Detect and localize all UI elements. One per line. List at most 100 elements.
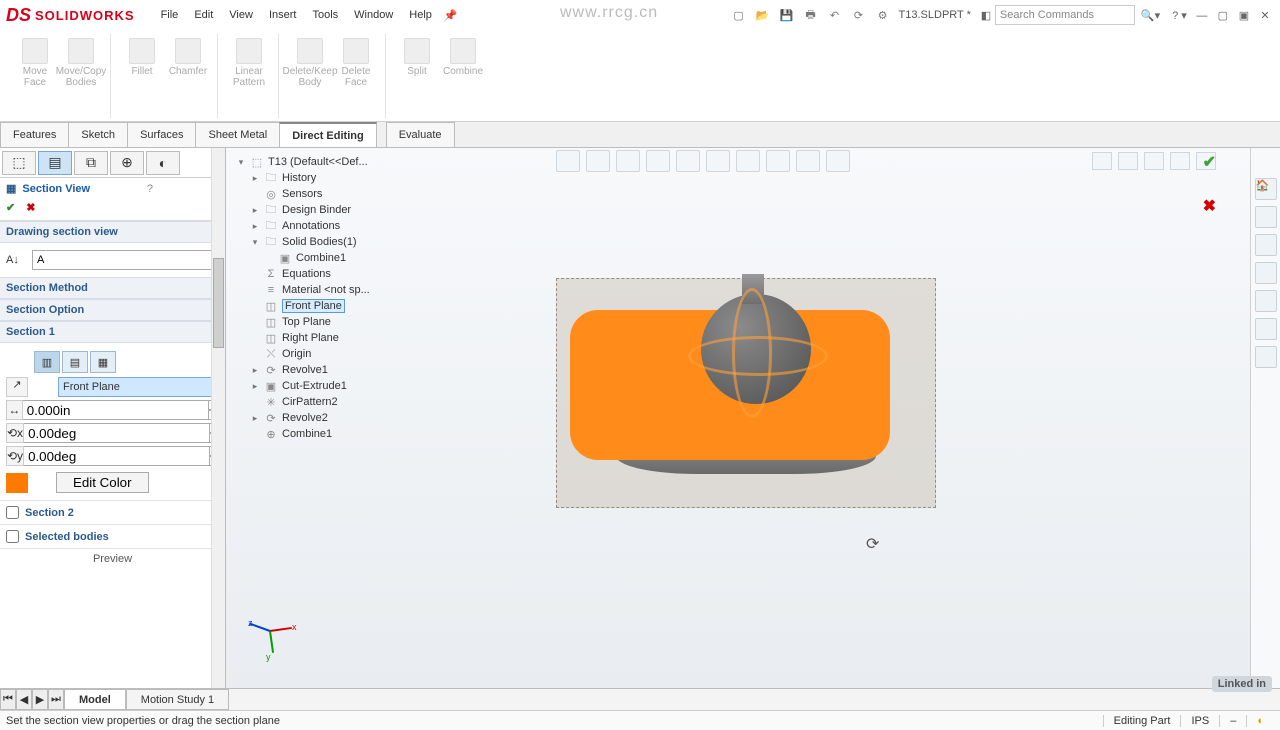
menu-window[interactable]: Window — [346, 9, 401, 21]
vp-expand-icon[interactable] — [1118, 152, 1138, 170]
tab-motion-study[interactable]: Motion Study 1 — [126, 689, 229, 710]
options-icon[interactable]: ⚙ — [873, 9, 893, 22]
tab-nav-first[interactable]: ⏮ — [0, 689, 16, 710]
offset-input[interactable] — [23, 400, 209, 420]
chamfer-button[interactable]: Chamfer — [165, 34, 211, 77]
drawing-section-header[interactable]: Drawing section view˄ — [0, 221, 225, 243]
display-style-icon[interactable] — [706, 150, 730, 172]
tree-revolve2[interactable]: Revolve2 — [282, 412, 328, 424]
menu-edit[interactable]: Edit — [186, 9, 221, 21]
new-doc-icon[interactable]: ▢ — [729, 9, 749, 22]
zoom-area-icon[interactable] — [586, 150, 610, 172]
menu-view[interactable]: View — [221, 9, 261, 21]
tab-evaluate[interactable]: Evaluate — [386, 122, 455, 147]
section2-row[interactable]: Section 2 ˅ — [0, 500, 225, 524]
pm-cancel-button[interactable]: ✖ — [26, 202, 35, 214]
tab-sheetmetal[interactable]: Sheet Metal — [195, 122, 280, 147]
restore-button[interactable]: ▢ — [1214, 9, 1232, 22]
pm-help-icon[interactable]: ? — [147, 183, 153, 195]
combine-button[interactable]: Combine — [440, 34, 486, 77]
undo-icon[interactable]: ↶ — [825, 9, 845, 22]
tab-nav-next[interactable]: ▶ — [32, 689, 48, 710]
open-doc-icon[interactable]: 📂 — [753, 9, 773, 22]
tree-combine1-body[interactable]: Combine1 — [296, 252, 346, 264]
tab-surfaces[interactable]: Surfaces — [127, 122, 196, 147]
tree-revolve1[interactable]: Revolve1 — [282, 364, 328, 376]
move-copy-bodies-button[interactable]: Move/Copy Bodies — [58, 34, 104, 88]
design-library-icon[interactable] — [1255, 234, 1277, 256]
linear-pattern-button[interactable]: Linear Pattern — [226, 34, 272, 88]
fillet-button[interactable]: Fillet — [119, 34, 165, 77]
graphics-viewport[interactable]: ▾⬚T13 (Default<<Def... ▸🗀History ◎Sensor… — [226, 148, 1250, 688]
section-option-header[interactable]: Section Option˅ — [0, 299, 225, 321]
edit-color-button[interactable]: Edit Color — [56, 472, 149, 493]
status-rebuild-icon[interactable]: ◐ — [1246, 715, 1274, 727]
status-units[interactable]: IPS — [1180, 715, 1219, 727]
tree-origin[interactable]: Origin — [282, 348, 311, 360]
preview-button[interactable]: Preview — [0, 548, 225, 567]
menu-tools[interactable]: Tools — [304, 9, 346, 21]
close-button[interactable]: ✕ — [1256, 9, 1274, 22]
edit-appearance-icon[interactable] — [766, 150, 790, 172]
tab-model[interactable]: Model — [64, 689, 126, 710]
zoom-fit-icon[interactable] — [556, 150, 580, 172]
apply-scene-icon[interactable] — [796, 150, 820, 172]
tree-combine1[interactable]: Combine1 — [282, 428, 332, 440]
custom-props-icon[interactable] — [1255, 346, 1277, 368]
save-icon[interactable]: 💾 — [777, 9, 797, 22]
tree-front-plane[interactable]: Front Plane — [282, 299, 345, 313]
x-rotation-input[interactable] — [24, 423, 210, 443]
section2-checkbox[interactable] — [6, 506, 19, 519]
y-rotation-input[interactable] — [24, 446, 210, 466]
appearances-icon[interactable] — [1255, 318, 1277, 340]
front-plane-button[interactable]: ▥ — [34, 351, 60, 373]
tree-design-binder[interactable]: Design Binder — [282, 204, 351, 216]
menu-insert[interactable]: Insert — [261, 9, 305, 21]
search-type-icon[interactable]: ◧ — [977, 9, 995, 22]
resources-icon[interactable] — [1255, 206, 1277, 228]
tree-history[interactable]: History — [282, 172, 316, 184]
view-palette-icon[interactable] — [1255, 290, 1277, 312]
search-commands-input[interactable]: Search Commands — [995, 5, 1135, 25]
tree-root[interactable]: T13 (Default<<Def... — [268, 156, 368, 168]
vp-min-icon[interactable] — [1144, 152, 1164, 170]
section-color-swatch[interactable] — [6, 473, 28, 493]
tree-cut-extrude1[interactable]: Cut-Extrude1 — [282, 380, 347, 392]
tab-sketch[interactable]: Sketch — [68, 122, 128, 147]
minimize-button[interactable]: — — [1193, 10, 1211, 22]
tree-right-plane[interactable]: Right Plane — [282, 332, 339, 344]
split-button[interactable]: Split — [394, 34, 440, 77]
menu-file[interactable]: File — [153, 9, 187, 21]
dimxpert-tab-icon[interactable]: ⊕ — [110, 151, 144, 175]
orientation-triad[interactable]: x y z — [252, 612, 294, 654]
delete-keep-body-button[interactable]: Delete/Keep Body — [287, 34, 333, 88]
tree-annotations[interactable]: Annotations — [282, 220, 340, 232]
tree-top-plane[interactable]: Top Plane — [282, 316, 331, 328]
vp-collapse-icon[interactable] — [1092, 152, 1112, 170]
move-face-button[interactable]: Move Face — [12, 34, 58, 88]
top-plane-button[interactable]: ▤ — [62, 351, 88, 373]
feature-manager-tab-icon[interactable]: ⬚ — [2, 151, 36, 175]
tab-features[interactable]: Features — [0, 122, 69, 147]
help-icon[interactable]: ? ▾ — [1166, 9, 1193, 22]
reverse-direction-icon[interactable]: ↗ — [6, 377, 28, 397]
delete-face-button[interactable]: Delete Face — [333, 34, 379, 88]
section-method-header[interactable]: Section Method˅ — [0, 277, 225, 299]
menu-help[interactable]: Help — [401, 9, 440, 21]
right-plane-button[interactable]: ▦ — [90, 351, 116, 373]
tree-equations[interactable]: Equations — [282, 268, 331, 280]
pin-icon[interactable]: 📌 — [444, 9, 458, 22]
rebuild-icon[interactable]: ⟳ — [849, 9, 869, 22]
section-label-input[interactable] — [32, 250, 219, 270]
section-plane-field[interactable]: Front Plane — [58, 377, 219, 397]
pm-scrollbar[interactable] — [211, 148, 225, 688]
tree-material[interactable]: Material <not sp... — [282, 284, 370, 296]
view-orientation-icon[interactable] — [676, 150, 700, 172]
home-icon[interactable]: 🏠 — [1255, 178, 1277, 200]
search-go-icon[interactable]: 🔍▾ — [1135, 9, 1166, 22]
pm-ok-button[interactable]: ✔ — [6, 202, 15, 214]
configuration-manager-tab-icon[interactable]: ⧉ — [74, 151, 108, 175]
tab-nav-prev[interactable]: ◀ — [16, 689, 32, 710]
maximize-button[interactable]: ▣ — [1235, 9, 1253, 22]
selected-bodies-row[interactable]: Selected bodies ˅ — [0, 524, 225, 548]
